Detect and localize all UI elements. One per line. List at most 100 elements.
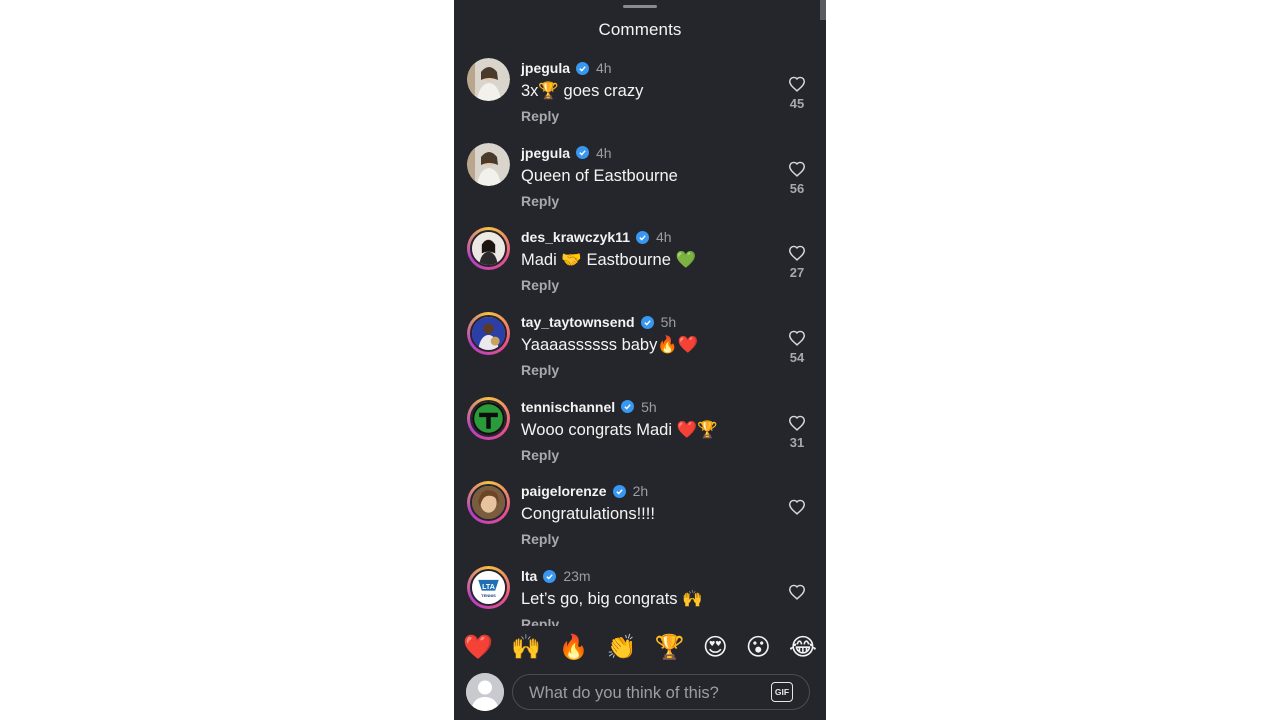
avatar[interactable] [467, 396, 510, 440]
heart-outline-icon [788, 246, 806, 262]
reply-button[interactable]: Reply [521, 447, 559, 463]
like-button[interactable] [784, 584, 810, 601]
photo-avatar-icon [467, 142, 510, 186]
heart-eyes-reaction[interactable]: 😍 [703, 635, 728, 659]
gif-button[interactable]: GIF [771, 682, 793, 702]
reply-button[interactable]: Reply [521, 531, 559, 547]
photo-avatar-icon [467, 58, 510, 101]
comment-text: Queen of Eastbourne [521, 166, 678, 185]
username[interactable]: des_krawczyk11 [521, 229, 630, 245]
photo-avatar-icon [470, 484, 507, 522]
trophy-reaction[interactable]: 🏆 [655, 635, 685, 659]
comment-item: jpegula 4h 3x🏆 goes crazy Reply 45 [454, 54, 826, 139]
drag-handle[interactable] [623, 5, 657, 8]
comment-item: paigelorenze 2h Congratulations!!!! Repl… [454, 477, 826, 562]
verified-badge-icon [621, 400, 635, 414]
lta-logo-subtext: TENNIS [481, 593, 496, 598]
avatar[interactable] [467, 142, 510, 186]
reply-button[interactable]: Reply [521, 108, 559, 124]
comment-text: 3x🏆 goes crazy [521, 82, 644, 100]
heart-outline-icon [788, 584, 806, 601]
reply-button[interactable]: Reply [521, 277, 559, 293]
comment-meta: jpegula 4h [521, 145, 612, 161]
verified-badge-icon [576, 146, 590, 160]
comment-text: Wooo congrats Madi ❤️🏆 [521, 420, 718, 439]
comment-meta: tay_taytownsend 5h [521, 314, 676, 330]
verified-badge-icon [543, 569, 557, 583]
reply-button[interactable]: Reply [521, 362, 559, 378]
reply-button[interactable]: Reply [521, 616, 559, 626]
comment-text: Congratulations!!!! [521, 505, 655, 524]
comment-time: 4h [596, 144, 612, 161]
comment-text: Let’s go, big congrats 🙌 [521, 590, 703, 609]
verified-badge-icon [640, 315, 654, 329]
tennis-channel-logo-icon [470, 399, 507, 437]
photo-avatar-icon [470, 315, 507, 353]
comment-time: 23m [563, 568, 591, 585]
avatar[interactable] [467, 481, 510, 525]
like-count: 56 [789, 180, 805, 196]
heart-outline-icon [788, 161, 806, 177]
like-button[interactable]: 31 [784, 415, 810, 450]
like-count: 31 [789, 434, 805, 450]
comment-meta: jpegula 4h [521, 60, 612, 76]
like-button[interactable]: 27 [784, 245, 810, 280]
like-button[interactable]: 54 [784, 330, 810, 365]
verified-badge-icon [612, 484, 626, 498]
comment-input[interactable] [527, 675, 761, 711]
comment-meta: paigelorenze 2h [521, 483, 648, 499]
tears-of-joy-reaction[interactable]: 😂 [789, 635, 817, 659]
like-count: 54 [789, 350, 805, 366]
lta-logo-icon: LTA TENNIS [470, 569, 507, 607]
heart-outline-icon [788, 330, 806, 346]
verified-badge-icon [635, 230, 649, 244]
like-count: 45 [789, 96, 805, 111]
photo-avatar-icon [470, 230, 507, 268]
username[interactable]: jpegula [521, 145, 570, 161]
comment-list[interactable]: jpegula 4h 3x🏆 goes crazy Reply 45 jpegu… [454, 54, 826, 626]
avatar[interactable] [467, 312, 510, 356]
username[interactable]: paigelorenze [521, 483, 607, 499]
comment-time: 5h [641, 398, 657, 415]
comment-item: des_krawczyk11 4h Madi 🤝 Eastbourne 💚 Re… [454, 223, 826, 308]
comment-item: LTA TENNIS lta 23m Let’s go, big congrats… [454, 562, 826, 626]
comment-composer: GIF [454, 668, 826, 720]
avatar[interactable] [467, 58, 510, 101]
comment-item: tay_taytownsend 5h Yaaaassssss baby🔥❤️ R… [454, 308, 826, 393]
comments-sheet: Comments jpegula 4h 3x🏆 goes crazy Reply… [454, 0, 826, 720]
comment-time: 4h [596, 60, 612, 76]
like-button[interactable]: 45 [784, 76, 810, 111]
raising-hands-reaction[interactable]: 🙌 [511, 635, 541, 659]
like-button[interactable]: 56 [784, 161, 810, 196]
avatar[interactable]: LTA TENNIS [467, 566, 510, 610]
comment-meta: lta 23m [521, 568, 591, 584]
clapping-hands-reaction[interactable]: 👏 [607, 635, 637, 659]
comment-time: 2h [632, 483, 649, 500]
username[interactable]: lta [521, 568, 537, 584]
lta-logo-text: LTA [482, 583, 495, 591]
comment-meta: des_krawczyk11 4h [521, 229, 672, 245]
comment-item: tennischannel 5h Wooo congrats Madi ❤️🏆 … [454, 393, 826, 478]
username[interactable]: tay_taytownsend [521, 314, 635, 330]
username[interactable]: tennischannel [521, 399, 615, 415]
comment-input-box[interactable]: GIF [512, 674, 810, 711]
like-count: 27 [789, 265, 805, 281]
comment-text: Madi 🤝 Eastbourne 💚 [521, 251, 696, 270]
user-avatar-icon[interactable] [466, 673, 504, 711]
background-edge [820, 0, 826, 20]
username[interactable]: jpegula [521, 60, 570, 76]
fire-reaction[interactable]: 🔥 [559, 635, 589, 659]
avatar[interactable] [467, 227, 510, 271]
comment-time: 5h [660, 314, 677, 331]
quick-reactions-bar: ❤️ 🙌 🔥 👏 🏆 😍 😮 😂 [454, 626, 826, 668]
reply-button[interactable]: Reply [521, 193, 559, 209]
comment-item: jpegula 4h Queen of Eastbourne Reply 56 [454, 139, 826, 224]
heart-outline-icon [788, 415, 806, 431]
comment-text: Yaaaassssss baby🔥❤️ [521, 336, 699, 355]
like-button[interactable] [784, 499, 810, 516]
surprised-face-reaction[interactable]: 😮 [746, 635, 771, 659]
red-heart-reaction[interactable]: ❤️ [463, 635, 493, 659]
comment-meta: tennischannel 5h [521, 399, 657, 415]
sheet-title: Comments [598, 20, 682, 39]
comment-time: 4h [655, 229, 672, 246]
